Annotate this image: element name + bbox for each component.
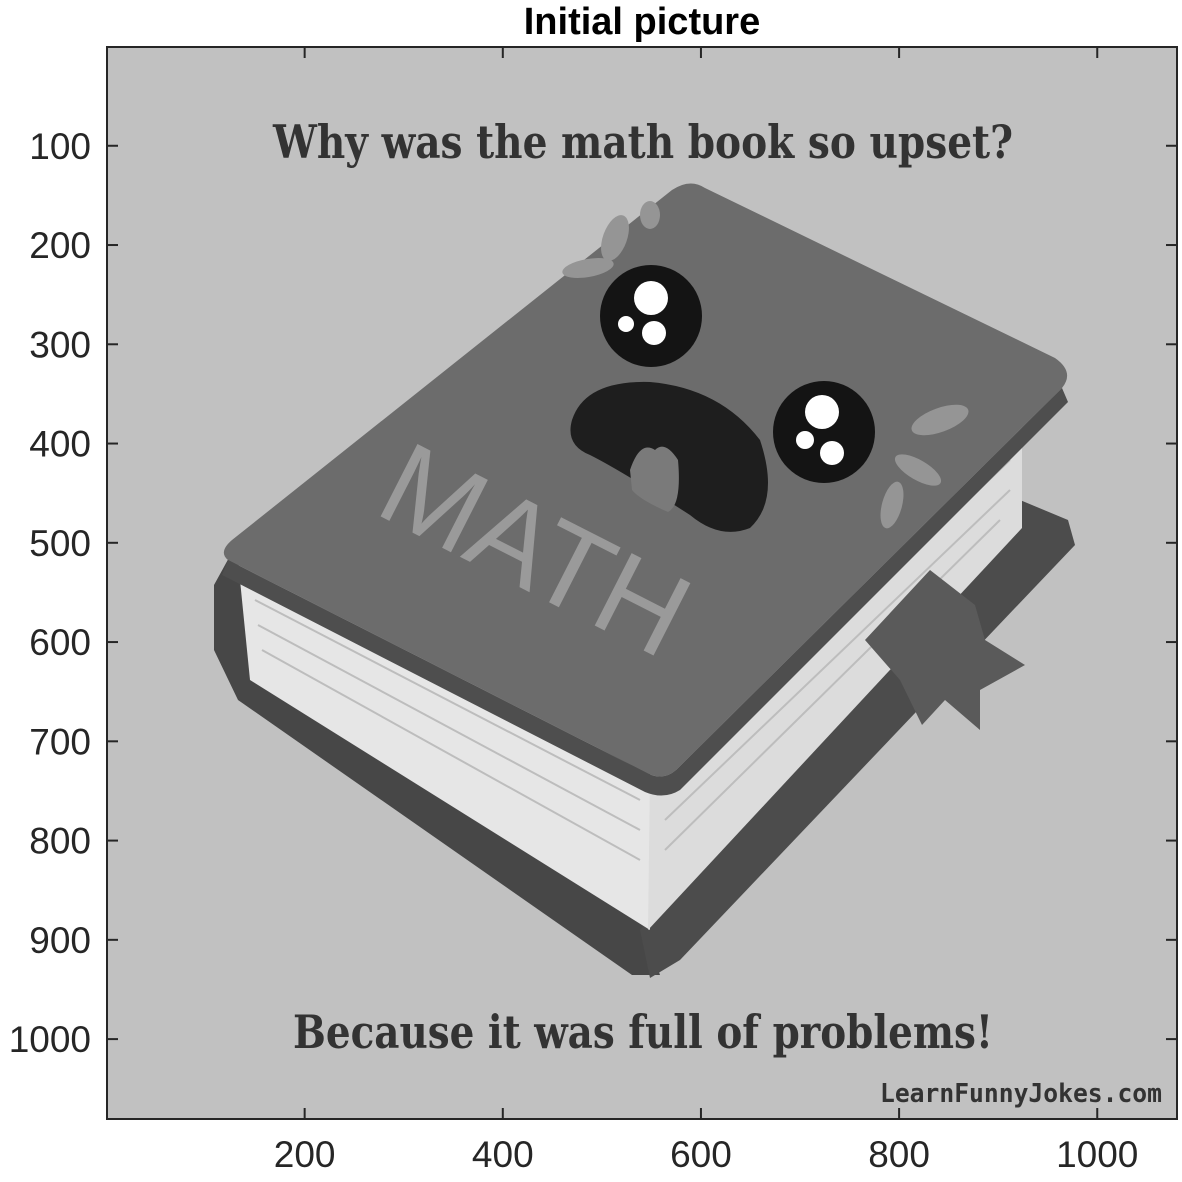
y-tick-label: 600 <box>29 622 91 663</box>
x-tick-label: 1000 <box>1056 1134 1138 1175</box>
y-tick-label: 500 <box>29 523 91 564</box>
bottom-text: Because it was full of problems! <box>293 1005 993 1059</box>
y-tick-label: 300 <box>29 324 91 365</box>
y-tick-label: 100 <box>29 126 91 167</box>
x-tick-label: 800 <box>868 1134 930 1175</box>
top-text: Why was the math book so upset? <box>272 115 1013 169</box>
y-tick-label: 400 <box>29 424 91 465</box>
x-tick-label: 200 <box>274 1134 336 1175</box>
image-content: MATH Why was the math book so upset? Bec… <box>107 47 1177 1119</box>
y-tick-label: 900 <box>29 920 91 961</box>
y-tick-label: 200 <box>29 225 91 266</box>
y-tick-label: 1000 <box>9 1019 91 1060</box>
y-tick-label: 700 <box>29 721 91 762</box>
watermark: LearnFunnyJokes.com <box>880 1079 1162 1109</box>
left-eye <box>600 265 702 367</box>
x-tick-label: 600 <box>670 1134 732 1175</box>
right-eye <box>773 381 875 483</box>
figure: Initial picture MATH Why was the math bo… <box>9 1 1178 1175</box>
y-tick-label: 800 <box>29 821 91 862</box>
x-tick-label: 400 <box>472 1134 534 1175</box>
figure-title: Initial picture <box>524 1 760 43</box>
